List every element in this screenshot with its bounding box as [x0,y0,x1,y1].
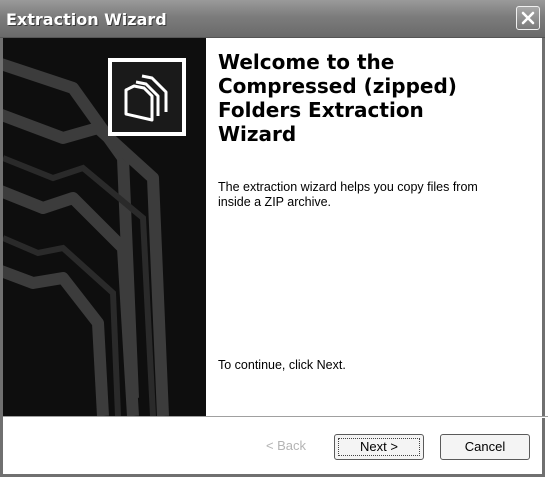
cancel-button-label: Cancel [464,439,506,454]
zipped-folder-icon [124,74,168,122]
back-button-label: < Back [265,438,307,453]
wizard-window: Extraction Wizard Welcome to the Compres… [0,0,548,477]
button-separator [3,416,548,418]
window-title: Extraction Wizard [6,10,167,29]
wizard-side-panel [3,38,206,416]
cancel-button[interactable]: Cancel [440,434,530,460]
close-button[interactable] [516,6,540,30]
next-button[interactable]: Next > [334,434,424,460]
close-icon [521,11,535,25]
title-bar[interactable]: Extraction Wizard [0,0,545,38]
wizard-heading: Welcome to the Compressed (zipped) Folde… [218,50,457,146]
continue-instruction: To continue, click Next. [218,358,346,372]
wizard-logo [108,58,186,136]
wizard-description: The extraction wizard helps you copy fil… [218,180,478,209]
back-button[interactable]: < Back [241,434,331,460]
focus-ring [338,438,420,456]
wizard-content: Welcome to the Compressed (zipped) Folde… [218,50,528,410]
